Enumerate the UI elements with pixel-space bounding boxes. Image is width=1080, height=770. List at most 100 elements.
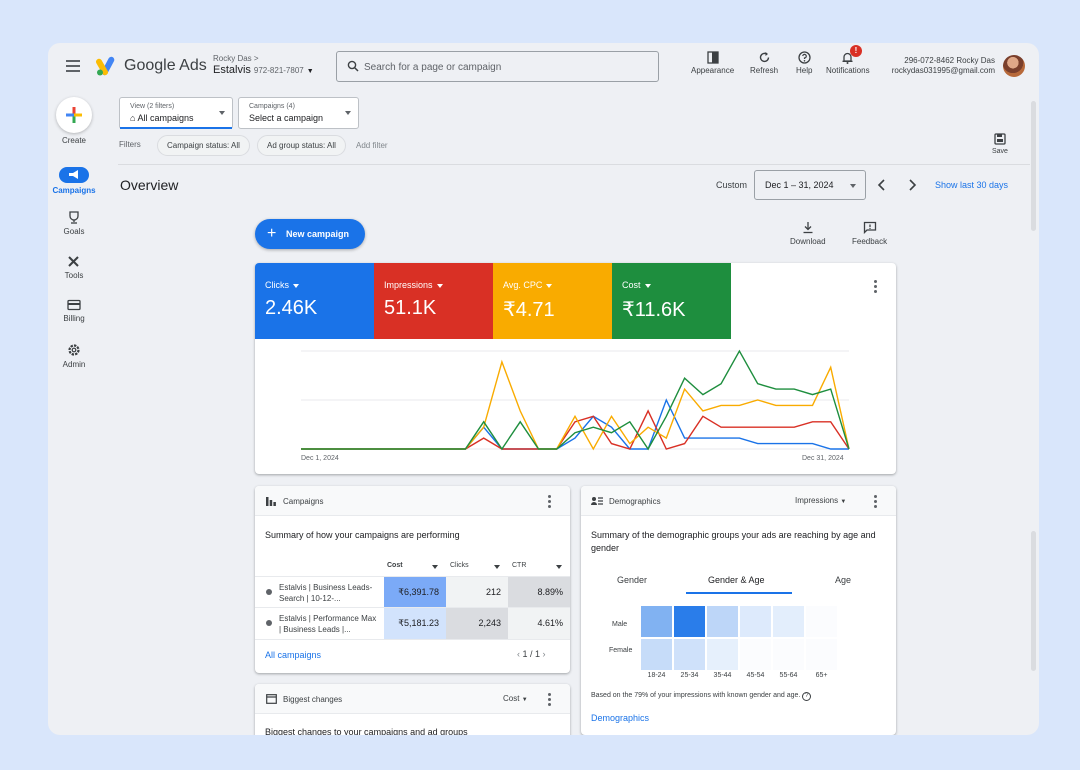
scrollbar-thumb[interactable] (1031, 101, 1036, 231)
campaign-status-filter[interactable]: Campaign status: All (157, 135, 250, 156)
refresh-button[interactable]: Refresh (750, 51, 778, 75)
metric-cost[interactable]: Cost ₹11.6K (612, 263, 731, 339)
heatmap-cell[interactable] (640, 605, 673, 638)
age-label: 25-34 (680, 672, 699, 679)
appearance-button[interactable]: Appearance (691, 51, 734, 75)
tab-gender[interactable]: Gender (617, 575, 647, 585)
heatmap-cell[interactable] (739, 605, 772, 638)
table-row[interactable]: Estalvis | Business Leads-Search | 10-12… (255, 576, 570, 608)
demographics-link[interactable]: Demographics (591, 713, 649, 723)
scrollbar-thumb[interactable] (1031, 531, 1036, 671)
heatmap-cell[interactable] (772, 605, 805, 638)
chevron-right-icon[interactable]: › (543, 649, 546, 659)
demographics-icon (591, 497, 603, 505)
sidebar-item-tools[interactable]: Tools (48, 255, 100, 280)
chevron-down-icon[interactable] (556, 565, 562, 569)
more-options-icon[interactable] (868, 279, 882, 293)
help-icon[interactable]: ? (802, 692, 812, 701)
ad-group-status-filter[interactable]: Ad group status: All (257, 135, 346, 156)
view-dropdown-value: All campaigns (137, 113, 194, 123)
chevron-right-icon: > (253, 54, 259, 63)
metric-selector[interactable]: Impressions ▼ (795, 496, 846, 505)
more-options-icon[interactable] (542, 692, 556, 706)
heatmap-cell[interactable] (673, 605, 706, 638)
tab-gender-age[interactable]: Gender & Age (708, 575, 765, 585)
create-button[interactable] (56, 97, 92, 133)
google-ads-logo (96, 56, 115, 76)
chevron-down-icon[interactable] (494, 565, 500, 569)
app-window: Google Ads Rocky Das > Estalvis 972-821-7… (48, 43, 1039, 735)
heatmap-cell[interactable] (805, 605, 838, 638)
add-filter-button[interactable]: Add filter (356, 141, 388, 150)
previous-period-icon[interactable] (876, 178, 888, 192)
sidebar-item-goals[interactable]: Goals (48, 211, 100, 236)
sort-icon[interactable] (432, 565, 438, 569)
view-dropdown-label: View (2 filters) (130, 103, 175, 110)
metric-avg-cpc[interactable]: Avg. CPC ₹4.71 (493, 263, 612, 339)
campaign-dropdown-value: Select a campaign (249, 113, 324, 123)
heatmap-cell[interactable] (706, 605, 739, 638)
card-icon (67, 299, 81, 311)
sidebar-item-admin[interactable]: Admin (48, 343, 100, 369)
save-button[interactable]: Save (992, 133, 1008, 155)
column-header-ctr[interactable]: CTR (512, 562, 526, 569)
footnote: Based on the 79% of your impressions wit… (591, 692, 812, 701)
more-options-icon[interactable] (542, 494, 556, 508)
search-input[interactable] (364, 58, 649, 76)
search-box[interactable] (336, 51, 659, 82)
user-email: rockydas031995@gmail.com (891, 66, 995, 75)
account-switcher[interactable]: Rocky Das > Estalvis 972-821-7807 ▼ (213, 54, 314, 76)
avatar[interactable] (1003, 55, 1025, 77)
show-last-30-days-link[interactable]: Show last 30 days (935, 180, 1008, 190)
metric-value: 2.46K (265, 297, 318, 319)
campaigns-card: Campaigns Summary of how your campaigns … (255, 486, 570, 673)
cost-cell: ₹6,391.78 (384, 577, 446, 608)
menu-icon[interactable] (66, 60, 80, 72)
brand-name: Google Ads (124, 57, 207, 74)
tab-age[interactable]: Age (835, 575, 851, 585)
home-icon: ⌂ (130, 113, 136, 123)
heatmap-cell[interactable] (805, 638, 838, 671)
metric-value: ₹4.71 (503, 299, 555, 321)
next-period-icon[interactable] (906, 178, 918, 192)
ctr-cell: 8.89% (508, 577, 570, 608)
heatmap-cell[interactable] (640, 638, 673, 671)
table-row[interactable]: Estalvis | Performance Max | Business Le… (255, 607, 570, 639)
active-tab-indicator (686, 592, 792, 594)
view-dropdown[interactable]: View (2 filters) ⌂ All campaigns (119, 97, 233, 129)
sidebar-item-label: Admin (62, 360, 86, 369)
metric-impressions[interactable]: Impressions 51.1K (374, 263, 493, 339)
new-campaign-button[interactable]: + New campaign (255, 219, 365, 249)
all-campaigns-link[interactable]: All campaigns (265, 650, 321, 660)
notification-badge: ! (850, 45, 862, 57)
scrollbar[interactable] (1029, 91, 1039, 735)
column-header-cost[interactable]: Cost (387, 562, 403, 569)
megaphone-icon (69, 170, 78, 179)
feedback-button[interactable]: Feedback (852, 221, 887, 246)
age-label: 45-54 (746, 672, 765, 679)
heatmap-cell[interactable] (739, 638, 772, 671)
chevron-down-icon: ▼ (306, 68, 314, 75)
sidebar-item-campaigns[interactable]: Campaigns (48, 167, 100, 195)
metric-selector[interactable]: Cost ▼ (503, 694, 528, 703)
heatmap-cell[interactable] (772, 638, 805, 671)
chevron-left-icon[interactable]: ‹ (517, 649, 520, 659)
date-range-dropdown[interactable]: Dec 1 – 31, 2024 (754, 170, 866, 200)
appearance-label: Appearance (691, 66, 735, 75)
heatmap-cell[interactable] (706, 638, 739, 671)
sidebar-item-label: Tools (64, 271, 84, 280)
campaign-dropdown[interactable]: Campaigns (4) Select a campaign (238, 97, 359, 129)
column-header-clicks[interactable]: Clicks (450, 562, 469, 569)
notifications-button[interactable]: ! Notifications (826, 45, 870, 75)
metric-clicks[interactable]: Clicks 2.46K (255, 263, 374, 339)
sidebar-item-billing[interactable]: Billing (48, 299, 100, 323)
help-button[interactable]: Help (796, 51, 812, 75)
row-label-female: Female (609, 647, 633, 654)
gear-icon (68, 344, 80, 356)
heatmap-cell[interactable] (673, 638, 706, 671)
more-options-icon[interactable] (868, 494, 882, 508)
row-label-male: Male (612, 621, 628, 628)
age-label: 55-64 (779, 672, 798, 679)
download-button[interactable]: Download (790, 221, 826, 246)
feedback-label: Feedback (852, 237, 888, 246)
